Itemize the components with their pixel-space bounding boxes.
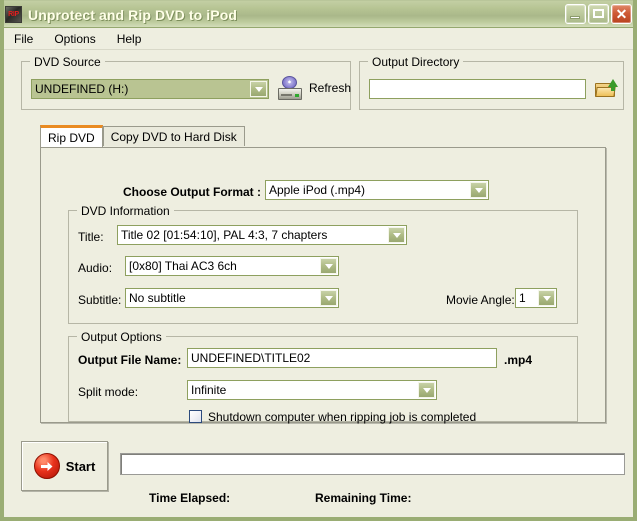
window-controls: ✕ (565, 4, 632, 24)
output-directory-group: Output Directory (359, 55, 624, 110)
output-format-value: Apple iPod (.mp4) (269, 183, 366, 197)
disc-drive-icon (278, 76, 304, 100)
tab-rip-dvd-label: Rip DVD (48, 130, 95, 145)
chevron-down-icon[interactable] (388, 227, 405, 243)
shutdown-checkbox[interactable] (189, 410, 202, 423)
audio-value: [0x80] Thai AC3 6ch (129, 259, 237, 273)
output-file-extension: .mp4 (504, 353, 533, 367)
chevron-down-icon[interactable] (320, 258, 337, 274)
output-file-name-value: UNDEFINED\TITLE02 (191, 351, 311, 365)
progress-bar (120, 453, 625, 475)
browse-folder-icon[interactable] (595, 79, 618, 99)
output-options-group-title: Output Options (77, 330, 166, 344)
tab-copy-dvd-to-hard-disk[interactable]: Copy DVD to Hard Disk (102, 126, 245, 146)
menu-item-options[interactable]: Options (52, 31, 97, 47)
shutdown-checkbox-label: Shutdown computer when ripping job is co… (208, 410, 477, 424)
title-dropdown[interactable]: Title 02 [01:54:10], PAL 4:3, 7 chapters (117, 225, 407, 245)
audio-dropdown[interactable]: [0x80] Thai AC3 6ch (125, 256, 339, 276)
dvd-source-group: DVD Source UNDEFINED (H:) Refresh (21, 55, 351, 110)
start-button[interactable]: Start (21, 441, 108, 491)
dvd-source-group-title: DVD Source (30, 55, 105, 69)
output-format-dropdown[interactable]: Apple iPod (.mp4) (265, 180, 489, 200)
remaining-time-label: Remaining Time: (315, 491, 412, 505)
subtitle-label: Subtitle: (78, 293, 122, 307)
window-title: Unprotect and Rip DVD to iPod (28, 6, 238, 23)
time-elapsed-label: Time Elapsed: (149, 491, 231, 505)
output-file-name-label: Output File Name: (78, 353, 182, 367)
tab-copy-dvd-label: Copy DVD to Hard Disk (110, 129, 237, 144)
subtitle-dropdown[interactable]: No subtitle (125, 288, 339, 308)
application-window: RIP Unprotect and Rip DVD to iPod ✕ File… (0, 0, 637, 521)
minimize-icon (570, 16, 580, 19)
tab-panel: Rip DVD Copy DVD to Hard Disk Choose Out… (40, 125, 606, 424)
output-format-label: Choose Output Format : (123, 185, 261, 199)
split-mode-dropdown[interactable]: Infinite (187, 380, 437, 400)
output-file-name-input[interactable]: UNDEFINED\TITLE02 (187, 348, 497, 368)
tab-strip: Rip DVD Copy DVD to Hard Disk (40, 125, 245, 147)
start-arrow-icon (33, 453, 60, 479)
subtitle-value: No subtitle (129, 291, 186, 305)
split-mode-label: Split mode: (78, 385, 139, 399)
split-mode-value: Infinite (191, 383, 227, 397)
maximize-button[interactable] (588, 4, 609, 24)
minimize-button[interactable] (565, 4, 586, 24)
close-button[interactable]: ✕ (611, 4, 632, 24)
movie-angle-label: Movie Angle: (446, 293, 515, 307)
chevron-down-icon[interactable] (320, 290, 337, 306)
menu-item-file[interactable]: File (12, 31, 35, 47)
dvd-source-dropdown[interactable]: UNDEFINED (H:) (31, 79, 269, 99)
dvd-source-value: UNDEFINED (H:) (35, 82, 129, 96)
maximize-icon (593, 9, 604, 18)
refresh-button[interactable]: Refresh (278, 76, 351, 100)
output-directory-group-title: Output Directory (368, 55, 464, 69)
menu-bar: File Options Help (4, 28, 633, 50)
title-value: Title 02 [01:54:10], PAL 4:3, 7 chapters (121, 228, 328, 242)
output-options-group: Output Options Output File Name: UNDEFIN… (68, 330, 578, 424)
start-button-label: Start (65, 458, 96, 474)
app-icon: RIP (5, 6, 22, 23)
menu-item-help[interactable]: Help (115, 31, 144, 47)
title-bar: RIP Unprotect and Rip DVD to iPod ✕ (4, 0, 633, 28)
tab-content-rip-dvd: Choose Output Format : Apple iPod (.mp4)… (40, 147, 606, 424)
movie-angle-dropdown[interactable]: 1 (515, 288, 557, 308)
refresh-label: Refresh (309, 81, 352, 95)
chevron-down-icon[interactable] (470, 182, 487, 198)
tab-rip-dvd[interactable]: Rip DVD (40, 125, 103, 147)
movie-angle-value: 1 (519, 291, 526, 305)
dvd-information-group-title: DVD Information (77, 204, 174, 218)
audio-label: Audio: (78, 261, 113, 275)
dvd-information-group: DVD Information Title: Title 02 [01:54:1… (68, 204, 578, 324)
chevron-down-icon[interactable] (418, 382, 435, 398)
close-icon: ✕ (615, 6, 628, 22)
chevron-down-icon[interactable] (250, 81, 267, 97)
output-directory-input[interactable] (369, 79, 586, 99)
title-label: Title: (78, 230, 104, 244)
